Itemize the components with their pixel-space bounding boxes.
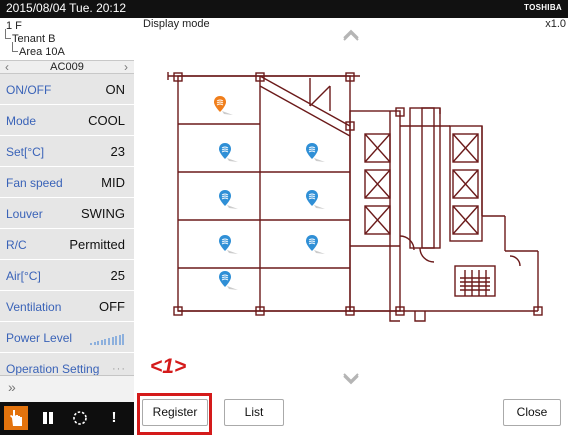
tree-floor[interactable]: 1 F: [6, 20, 22, 32]
power-level-meter: [90, 333, 126, 345]
ac-unit-marker[interactable]: [217, 142, 239, 164]
row-fan-speed[interactable]: Fan speed MID: [0, 167, 134, 198]
schedule-icon[interactable]: [70, 408, 90, 428]
top-bar: 2015/08/04 Tue. 20:12 TOSHIBA: [0, 0, 568, 18]
row-value: 25: [110, 268, 125, 283]
row-value: Permitted: [69, 237, 125, 252]
power-level-bar: [122, 333, 125, 345]
row-power-level: Power Level: [0, 322, 134, 353]
bottom-toolbar: !: [0, 402, 134, 435]
unit-name: AC009: [50, 61, 84, 73]
double-chevron-right-icon: »: [8, 379, 16, 395]
scroll-up-icon[interactable]: [342, 29, 360, 46]
tree-tenant[interactable]: Tenant B: [12, 33, 55, 45]
close-button[interactable]: Close: [503, 399, 561, 426]
ac-unit-marker[interactable]: [304, 189, 326, 211]
row-value: MID: [101, 175, 125, 190]
row-ventilation[interactable]: Ventilation OFF: [0, 291, 134, 322]
chevron-right-icon[interactable]: ›: [124, 60, 128, 74]
power-level-bar: [100, 339, 103, 345]
ac-unit-marker[interactable]: [217, 234, 239, 256]
row-air-temp: Air[°C] 25: [0, 260, 134, 291]
datetime-label: 2015/08/04 Tue. 20:12: [6, 1, 127, 15]
power-level-bar: [108, 337, 110, 345]
hand-pointer-icon[interactable]: [4, 406, 28, 430]
ac-unit-marker-selected[interactable]: [212, 95, 234, 117]
row-label: Ventilation: [6, 300, 62, 314]
power-level-bar: [111, 336, 114, 345]
unit-navigator: ‹ AC009 ›: [0, 60, 134, 74]
power-level-bar: [118, 334, 121, 345]
power-level-bar: [90, 343, 92, 345]
more-icon: ···: [112, 363, 126, 375]
power-level-bar: [104, 338, 107, 345]
row-label: Set[°C]: [6, 145, 45, 159]
tree-area[interactable]: Area 10A: [19, 46, 65, 58]
ac-unit-marker[interactable]: [217, 270, 239, 292]
row-louver[interactable]: Louver SWING: [0, 198, 134, 229]
row-label: Mode: [6, 114, 37, 128]
row-onoff[interactable]: ON/OFF ON: [0, 74, 134, 105]
expand-panel-button[interactable]: »: [0, 375, 134, 402]
row-label: R/C: [6, 238, 27, 252]
row-mode[interactable]: Mode COOL: [0, 105, 134, 136]
row-label: Fan speed: [6, 176, 63, 190]
row-value: COOL: [88, 113, 125, 128]
app-window: 2015/08/04 Tue. 20:12 TOSHIBA 1 F Tenant…: [0, 0, 568, 435]
row-rc[interactable]: R/C Permitted: [0, 229, 134, 260]
zoom-level: x1.0: [545, 18, 566, 30]
callout-label: <1>: [150, 355, 187, 378]
panel-icon[interactable]: [38, 408, 58, 428]
ac-unit-marker[interactable]: [304, 142, 326, 164]
row-label: ON/OFF: [6, 83, 52, 97]
row-value: 23: [110, 144, 125, 159]
status-list: ON/OFF ON Mode COOL Set[°C] 23 Fan speed…: [0, 74, 134, 384]
power-level-bar: [97, 340, 100, 345]
ac-unit-marker[interactable]: [304, 234, 326, 256]
power-level-bar: [115, 335, 118, 345]
row-setpoint[interactable]: Set[°C] 23: [0, 136, 134, 167]
row-label: Operation Setting: [6, 362, 100, 376]
left-panel: 1 F Tenant B Area 10A ‹ AC009 › ON/OFF O…: [0, 18, 134, 435]
ac-unit-marker[interactable]: [217, 189, 239, 211]
page-title: Display mode: [143, 18, 210, 30]
alarm-icon[interactable]: !: [104, 408, 124, 428]
register-button[interactable]: Register: [142, 399, 208, 426]
row-label: Air[°C]: [6, 269, 41, 283]
brand-logo: TOSHIBA: [524, 3, 562, 12]
row-value: SWING: [80, 206, 125, 221]
scroll-down-icon[interactable]: [342, 373, 360, 390]
row-value: OFF: [99, 299, 125, 314]
list-button[interactable]: List: [224, 399, 284, 426]
location-tree: 1 F Tenant B Area 10A: [0, 18, 134, 60]
power-level-bar: [93, 341, 96, 345]
row-value: ON: [105, 82, 126, 97]
row-label: Louver: [6, 207, 43, 221]
row-label: Power Level: [6, 331, 73, 345]
